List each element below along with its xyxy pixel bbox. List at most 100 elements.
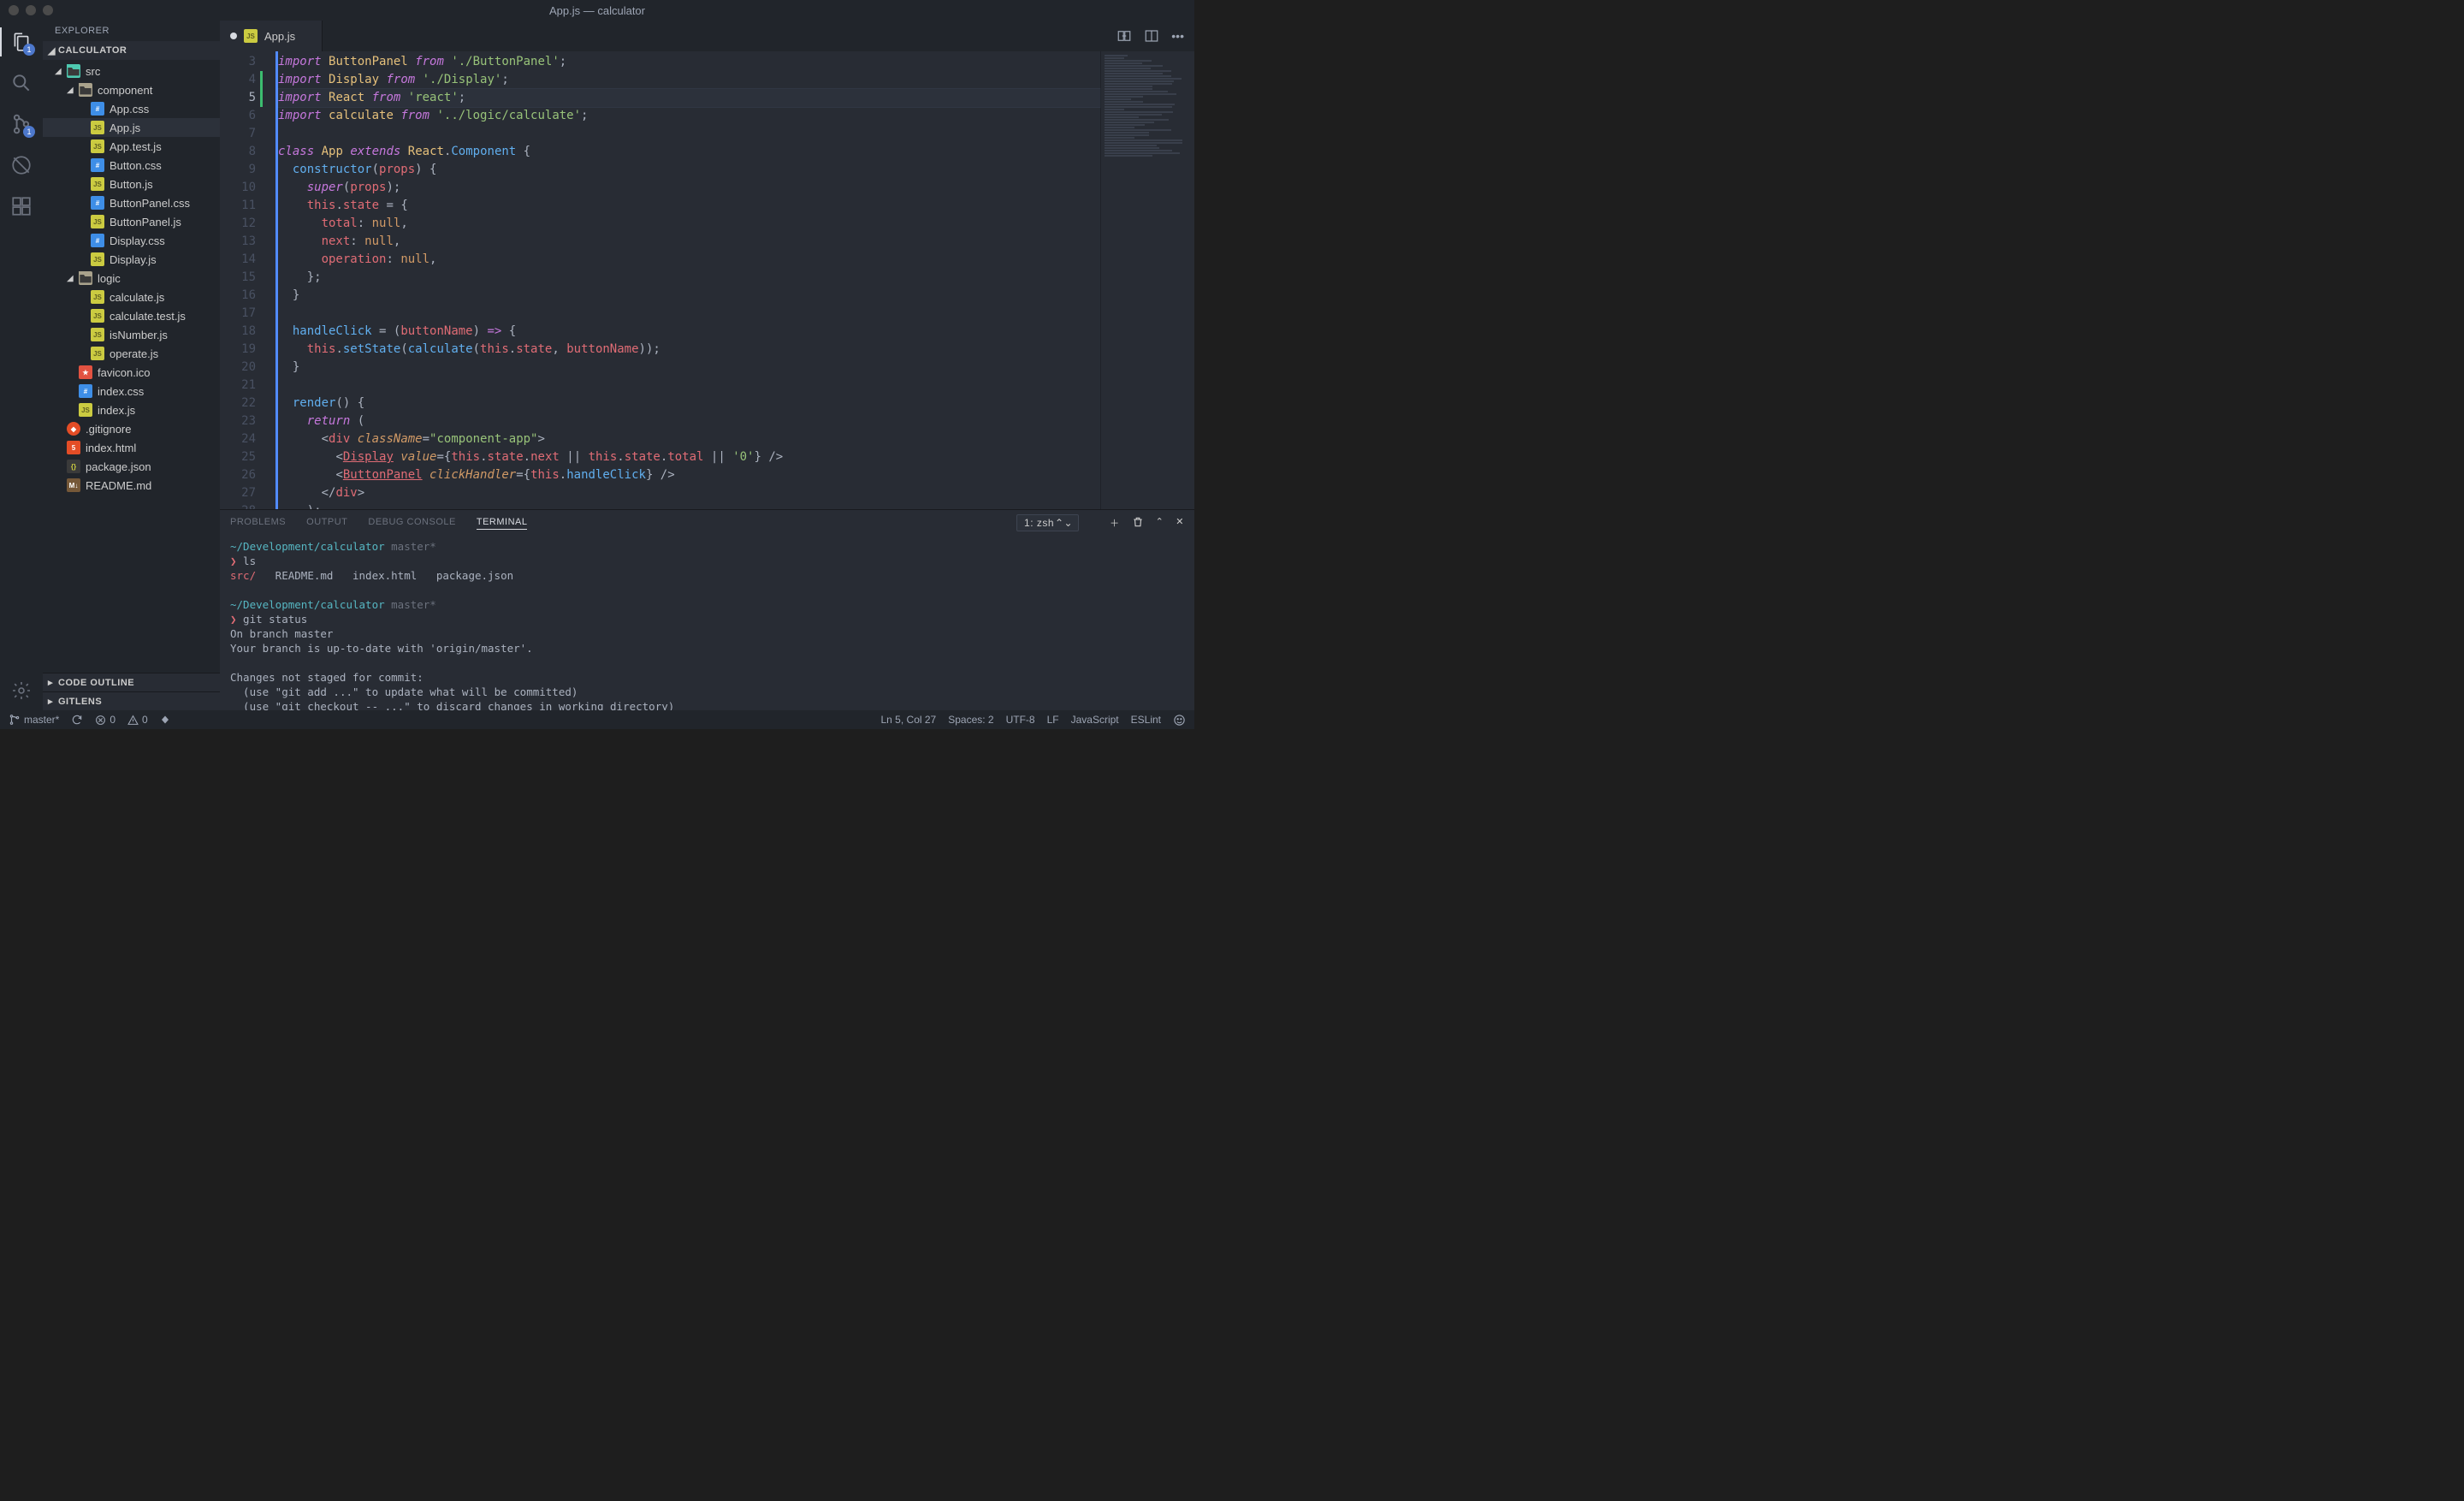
status-live[interactable] (160, 715, 170, 725)
settings-gear-icon[interactable] (10, 679, 33, 702)
source-control-icon[interactable]: 1 (10, 113, 33, 135)
file-item[interactable]: #App.css (43, 99, 220, 118)
status-language[interactable]: JavaScript (1071, 714, 1119, 726)
kill-terminal-icon[interactable] (1132, 516, 1144, 530)
titlebar: App.js — calculator (0, 0, 1194, 21)
search-icon[interactable] (10, 72, 33, 94)
scm-badge: 1 (23, 126, 35, 138)
folder-item[interactable]: ◢logic (43, 269, 220, 288)
chevron-right-icon: ▸ (48, 677, 55, 688)
tree-label: Display.js (110, 253, 157, 266)
html-icon: 5 (67, 441, 80, 454)
file-item[interactable]: ★favicon.ico (43, 363, 220, 382)
js-icon: JS (91, 290, 104, 304)
code-outline-section[interactable]: ▸ CODE OUTLINE (43, 673, 220, 691)
file-item[interactable]: #Button.css (43, 156, 220, 175)
folder-item[interactable]: ◢src (43, 62, 220, 80)
panel-tab-debug[interactable]: DEBUG CONSOLE (368, 517, 455, 530)
tree-label: logic (98, 272, 121, 285)
tree-label: README.md (86, 479, 151, 492)
tree-label: Display.css (110, 234, 165, 247)
close-panel-icon[interactable]: ✕ (1176, 516, 1184, 530)
explorer-icon[interactable]: 1 (10, 31, 33, 53)
file-item[interactable]: ◆.gitignore (43, 419, 220, 438)
code-content[interactable]: import ButtonPanel from './ButtonPanel';… (271, 51, 1100, 509)
folder-icon (79, 271, 92, 285)
panel-tab-problems[interactable]: PROBLEMS (230, 517, 286, 530)
status-errors[interactable]: 0 (95, 714, 116, 726)
bottom-panel: PROBLEMS OUTPUT DEBUG CONSOLE TERMINAL 1… (220, 509, 1194, 710)
file-item[interactable]: JS calculate.test.js (43, 306, 220, 325)
tree-label: calculate.js (110, 291, 164, 304)
file-item[interactable]: JSoperate.js (43, 344, 220, 363)
editor-actions: ••• (1116, 21, 1194, 51)
tree-label: isNumber.js (110, 329, 168, 341)
file-item[interactable]: JSApp.test.js (43, 137, 220, 156)
git-icon: ◆ (67, 422, 80, 436)
tree-label: package.json (86, 460, 151, 473)
tree-label: favicon.ico (98, 366, 150, 379)
status-eslint[interactable]: ESLint (1131, 714, 1161, 726)
file-item[interactable]: M↓README.md (43, 476, 220, 495)
file-item[interactable]: JS calculate.js (43, 288, 220, 306)
file-item[interactable]: #index.css (43, 382, 220, 400)
file-item[interactable]: JSisNumber.js (43, 325, 220, 344)
json-icon: {} (67, 460, 80, 473)
terminal-output[interactable]: ~/Development/calculator master* ❯ ls sr… (220, 536, 1194, 710)
line-gutter: 3456789101112131415161718192021222324252… (220, 51, 271, 509)
tab-app-js[interactable]: JS App.js (220, 21, 323, 51)
file-item[interactable]: JSDisplay.js (43, 250, 220, 269)
debug-icon[interactable] (10, 154, 33, 176)
tree-label: calculate.test.js (110, 310, 186, 323)
compare-changes-icon[interactable] (1116, 28, 1132, 44)
status-eol[interactable]: LF (1047, 714, 1059, 726)
maximize-window[interactable] (43, 5, 53, 15)
test-icon: JS (91, 139, 104, 153)
activity-bar: 1 1 (0, 21, 43, 710)
status-branch[interactable]: master* (9, 714, 59, 726)
tab-bar: JS App.js ••• (220, 21, 1194, 51)
more-actions-icon[interactable]: ••• (1171, 29, 1184, 43)
sidebar: EXPLORER ◢ CALCULATOR ◢src◢component#App… (43, 21, 220, 710)
test-icon: JS (91, 309, 104, 323)
css-icon: # (91, 234, 104, 247)
folder-item[interactable]: ◢component (43, 80, 220, 99)
close-window[interactable] (9, 5, 19, 15)
status-cursor[interactable]: Ln 5, Col 27 (881, 714, 937, 726)
file-item[interactable]: JSApp.js (43, 118, 220, 137)
editor-area: JS App.js ••• 34567891011121314151617181… (220, 21, 1194, 710)
panel-tabs: PROBLEMS OUTPUT DEBUG CONSOLE TERMINAL 1… (220, 510, 1194, 536)
status-warnings[interactable]: 0 (127, 714, 148, 726)
file-item[interactable]: {} package.json (43, 457, 220, 476)
file-item[interactable]: JSButtonPanel.js (43, 212, 220, 231)
js-icon: JS (91, 177, 104, 191)
sidebar-title: EXPLORER (43, 21, 220, 41)
minimap[interactable] (1100, 51, 1194, 509)
gitlens-section[interactable]: ▸ GITLENS (43, 691, 220, 710)
code-editor[interactable]: 3456789101112131415161718192021222324252… (220, 51, 1194, 509)
panel-tab-output[interactable]: OUTPUT (306, 517, 347, 530)
status-encoding[interactable]: UTF-8 (1006, 714, 1035, 726)
new-terminal-icon[interactable]: ＋ (1110, 516, 1120, 530)
file-tree: ◢src◢component#App.cssJSApp.jsJSApp.test… (43, 60, 220, 673)
file-item[interactable]: JSindex.js (43, 400, 220, 419)
status-sync[interactable] (71, 714, 83, 726)
js-icon: JS (91, 215, 104, 228)
tree-label: index.html (86, 442, 136, 454)
minimize-window[interactable] (26, 5, 36, 15)
extensions-icon[interactable] (10, 195, 33, 217)
js-file-icon: JS (244, 29, 258, 43)
status-feedback-icon[interactable] (1173, 714, 1186, 727)
tree-label: src (86, 65, 100, 78)
terminal-select[interactable]: 1: zsh⌃⌄ (1016, 514, 1079, 531)
file-item[interactable]: 5 index.html (43, 438, 220, 457)
split-editor-icon[interactable] (1144, 28, 1159, 44)
status-spaces[interactable]: Spaces: 2 (948, 714, 993, 726)
tree-label: index.css (98, 385, 144, 398)
maximize-panel-icon[interactable]: ⌃ (1156, 516, 1164, 530)
file-item[interactable]: JSButton.js (43, 175, 220, 193)
file-item[interactable]: #ButtonPanel.css (43, 193, 220, 212)
file-item[interactable]: # Display.css (43, 231, 220, 250)
panel-tab-terminal[interactable]: TERMINAL (477, 517, 528, 530)
tree-root[interactable]: ◢ CALCULATOR (43, 41, 220, 60)
